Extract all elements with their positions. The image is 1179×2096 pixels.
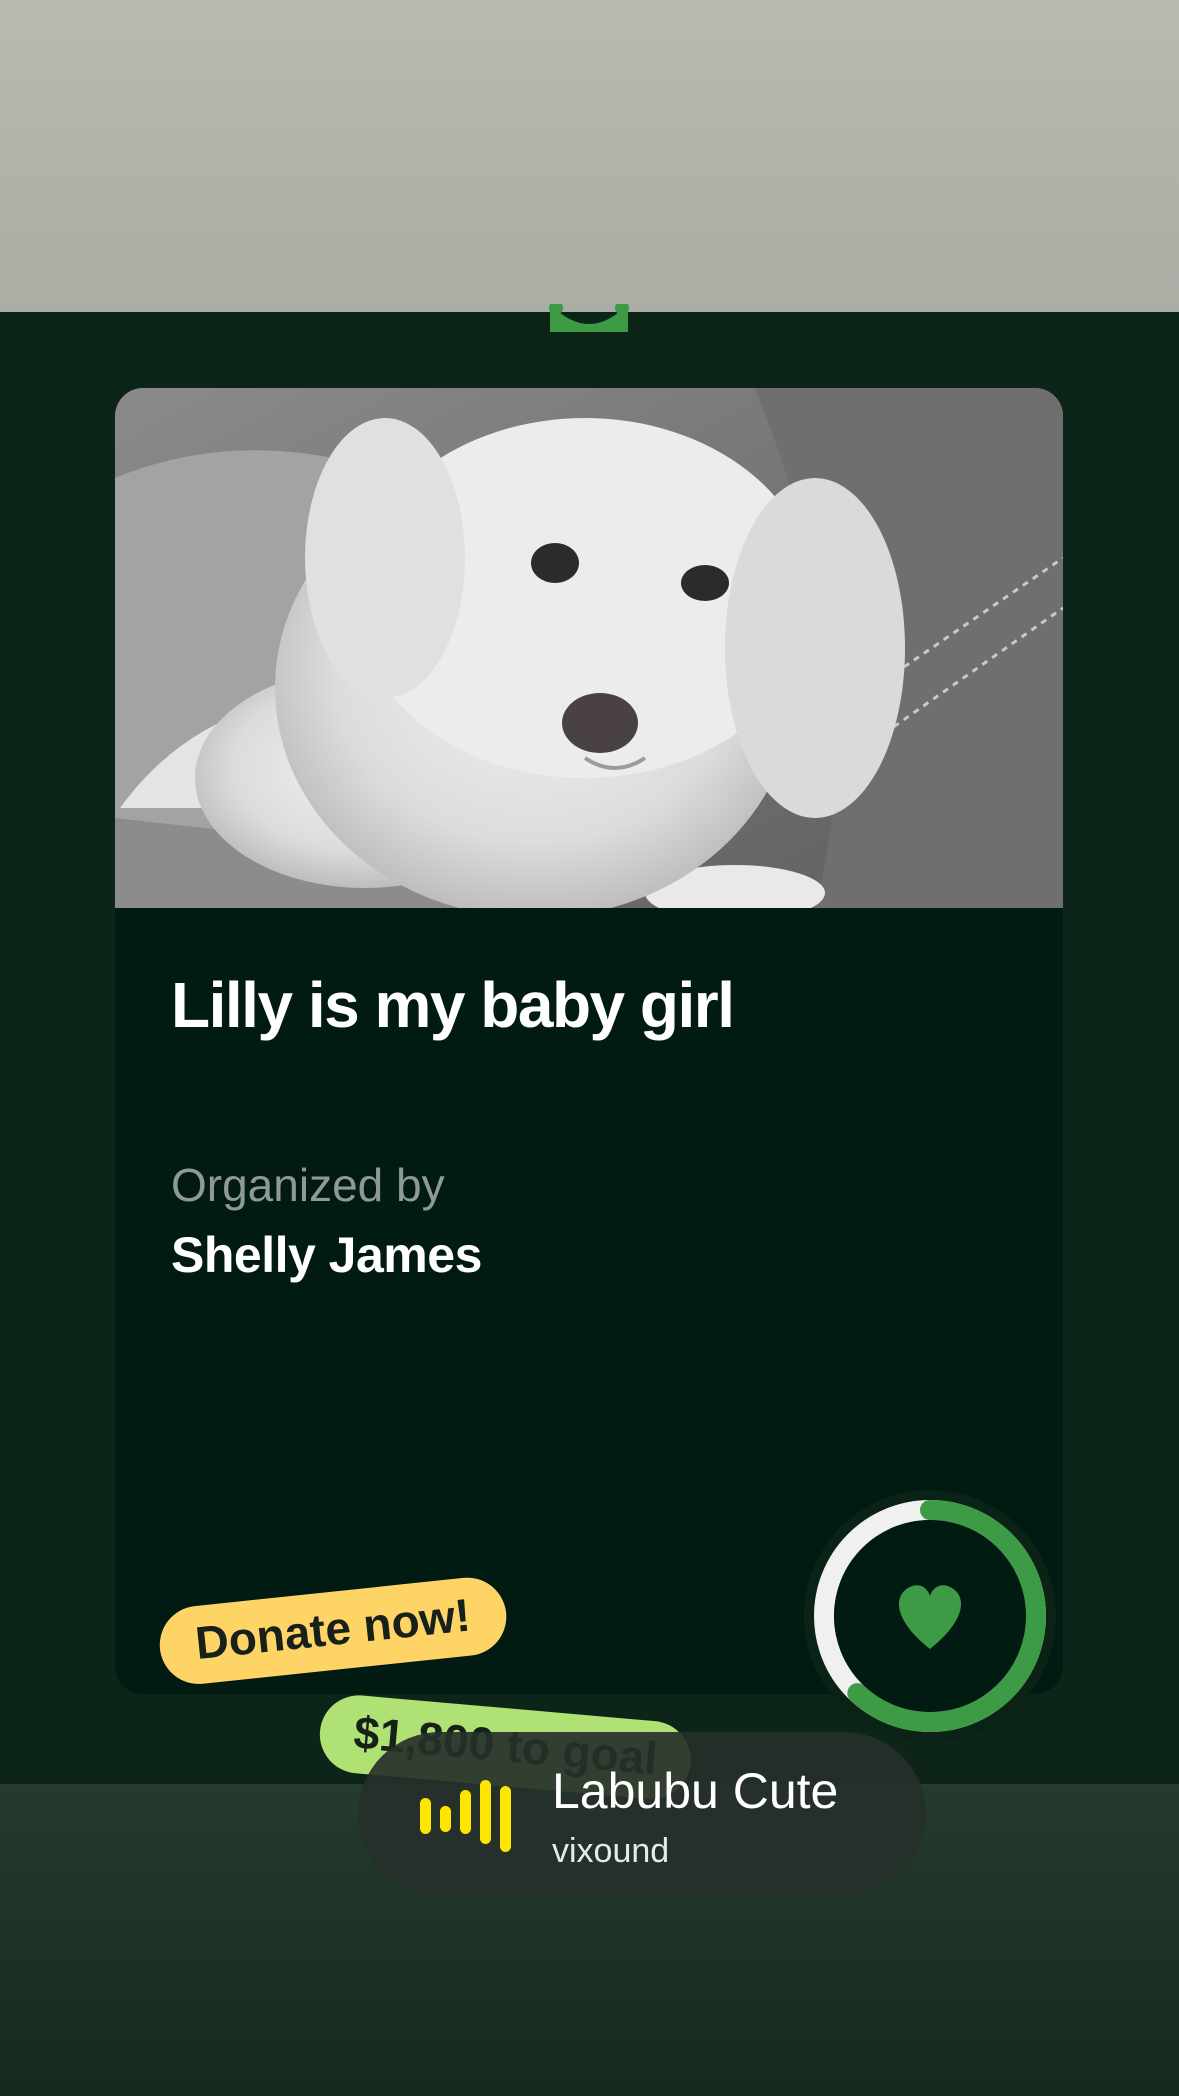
campaign-title: Lilly is my baby girl xyxy=(171,969,735,1041)
music-sticker[interactable]: Labubu Cute vixound xyxy=(358,1732,926,1896)
organizer-name[interactable]: Shelly James xyxy=(171,1226,482,1284)
music-artist: vixound xyxy=(552,1832,670,1870)
dog-photo xyxy=(115,388,1063,908)
donate-progress-button[interactable] xyxy=(800,1486,1060,1746)
organizer-label: Organized by xyxy=(171,1159,445,1211)
top-blurred-background xyxy=(0,0,1179,312)
music-title: Labubu Cute xyxy=(552,1763,839,1819)
gofundme-logo-icon xyxy=(549,304,629,332)
sound-waveform-icon xyxy=(420,1780,511,1852)
